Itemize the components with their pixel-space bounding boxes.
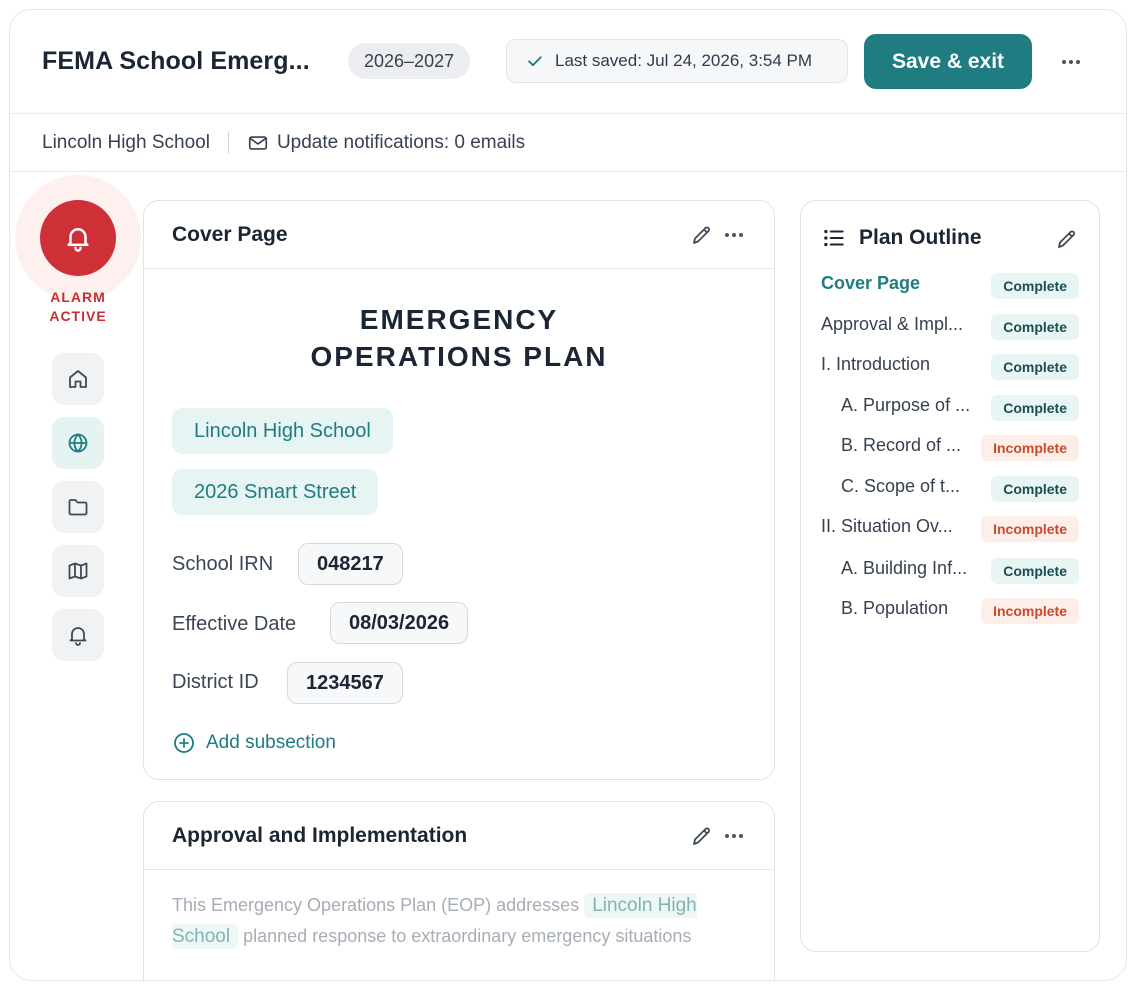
nav-globe-button[interactable] — [52, 417, 104, 469]
outline-item-situation[interactable]: II. Situation Ov... — [821, 516, 953, 542]
approval-text-start: This Emergency Operations Plan (EOP) add… — [172, 895, 580, 915]
outline-status-badge: Complete — [991, 395, 1079, 421]
nav-map-button[interactable] — [52, 545, 104, 597]
alarm-status-line2: ACTIVE — [49, 308, 107, 324]
alarm-button[interactable] — [40, 200, 116, 276]
effective-date-field[interactable]: 08/03/2026 — [330, 602, 469, 644]
fade-overlay — [144, 942, 774, 980]
outline-status-badge: Complete — [991, 476, 1079, 502]
pencil-icon[interactable] — [1055, 227, 1079, 251]
outline-status-badge: Complete — [991, 273, 1079, 299]
mail-icon — [248, 135, 268, 150]
nav-bell-button[interactable] — [52, 609, 104, 661]
top-bar: FEMA School Emerg... 2026–2027 Last save… — [10, 10, 1126, 114]
approval-card: Approval and Implementation This Emergen… — [143, 801, 775, 980]
outline-item-building[interactable]: A. Building Inf... — [841, 558, 967, 584]
approval-more-menu-icon[interactable] — [722, 824, 746, 848]
address-chip[interactable]: 2026 Smart Street — [172, 469, 379, 515]
add-subsection-button[interactable]: Add subsection — [172, 731, 336, 755]
outline-item-scope[interactable]: C. Scope of t... — [841, 476, 960, 502]
check-icon — [528, 56, 542, 67]
district-id-label: District ID — [172, 671, 259, 693]
document-title: FEMA School Emerg... — [42, 47, 310, 75]
pencil-icon[interactable] — [690, 824, 714, 848]
outline-status-badge: Incomplete — [981, 516, 1079, 542]
bell-icon — [69, 627, 87, 646]
outline-item-record[interactable]: B. Record of ... — [841, 435, 961, 461]
cover-more-menu-icon[interactable] — [722, 223, 746, 247]
outline-status-badge: Incomplete — [981, 598, 1079, 624]
plan-heading: EMERGENCY OPERATIONS PLAN — [144, 301, 774, 375]
district-id-field[interactable]: 1234567 — [287, 662, 403, 704]
cover-page-card: Cover Page EMERGENCY OPERATIONS PLAN Lin… — [143, 200, 775, 780]
school-name-chip[interactable]: Lincoln High School — [172, 408, 393, 454]
irn-field[interactable]: 048217 — [298, 543, 403, 585]
outline-item-introduction[interactable]: I. Introduction — [821, 354, 930, 380]
add-subsection-label: Add subsection — [206, 732, 336, 753]
outline-item-approval[interactable]: Approval & Impl... — [821, 314, 963, 340]
app-window: FEMA School Emerg... 2026–2027 Last save… — [9, 9, 1127, 981]
sub-bar: Lincoln High School Update notifications… — [10, 114, 1126, 172]
school-name: Lincoln High School — [42, 131, 210, 153]
outline-status-badge: Complete — [991, 354, 1079, 380]
outline-title: Plan Outline — [859, 226, 982, 249]
list-icon — [824, 229, 844, 247]
saved-status: Last saved: Jul 24, 2026, 3:54 PM — [506, 39, 848, 83]
saved-status-text: Last saved: Jul 24, 2026, 3:54 PM — [555, 51, 813, 70]
alarm-status: ALARM ACTIVE — [28, 288, 128, 326]
save-exit-button[interactable]: Save & exit — [864, 34, 1032, 89]
outline-status-badge: Complete — [991, 558, 1079, 584]
alarm-bell-icon — [67, 228, 89, 252]
nav-home-button[interactable] — [52, 353, 104, 405]
plan-outline-panel: Plan Outline Cover Page Complete Approva… — [800, 200, 1100, 952]
update-notifications-link[interactable]: Update notifications: 0 emails — [277, 132, 525, 154]
cover-card-header: Cover Page — [144, 201, 774, 269]
home-icon — [69, 370, 87, 388]
year-badge: 2026–2027 — [348, 43, 471, 79]
pencil-icon[interactable] — [690, 223, 714, 247]
cover-card-title: Cover Page — [172, 223, 288, 246]
approval-card-header: Approval and Implementation — [144, 802, 774, 870]
outline-status-badge: Incomplete — [981, 435, 1079, 461]
folder-icon — [68, 499, 88, 516]
outline-header: Plan Outline — [821, 225, 982, 251]
plan-heading-line2: OPERATIONS PLAN — [310, 341, 608, 372]
approval-card-title: Approval and Implementation — [172, 824, 468, 847]
map-icon — [68, 562, 88, 580]
effective-date-label: Effective Date — [172, 613, 297, 635]
divider — [227, 131, 229, 154]
outline-item-cover-page[interactable]: Cover Page — [821, 273, 920, 299]
outline-item-population[interactable]: B. Population — [841, 598, 948, 624]
irn-label: School IRN — [172, 553, 274, 575]
alarm-status-line1: ALARM — [50, 289, 106, 305]
outline-status-badge: Complete — [991, 314, 1079, 340]
outline-item-purpose[interactable]: A. Purpose of ... — [841, 395, 970, 421]
nav-folder-button[interactable] — [52, 481, 104, 533]
header-more-menu-icon[interactable] — [1056, 50, 1086, 74]
plus-circle-icon — [174, 733, 194, 753]
globe-icon — [68, 433, 88, 453]
plan-heading-line1: EMERGENCY — [359, 304, 559, 335]
